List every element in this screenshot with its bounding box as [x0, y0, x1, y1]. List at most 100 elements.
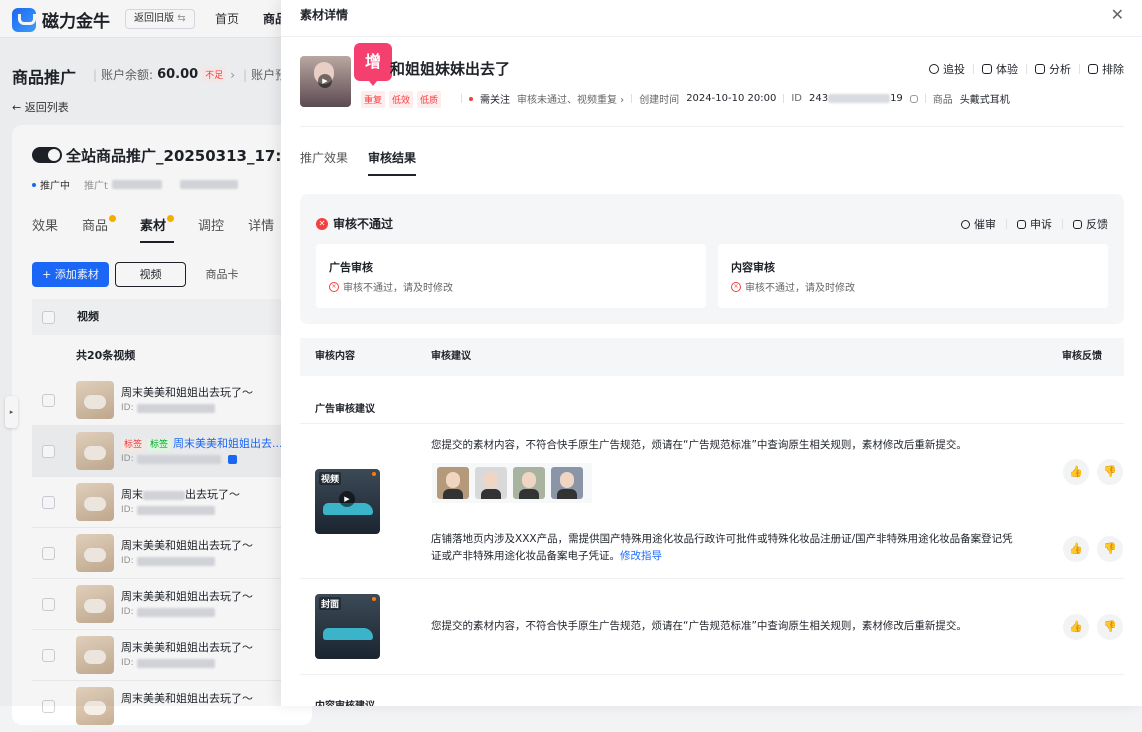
tag-duplicate: 重复 — [361, 91, 386, 108]
overlay-mask[interactable] — [0, 0, 281, 706]
play-icon[interactable]: ▶ — [318, 74, 332, 88]
divider — [1026, 64, 1027, 74]
attention-dot-icon — [469, 96, 473, 101]
analyze-label: 分析 — [1049, 63, 1071, 76]
suggestion-text: 店铺落地页内涉及XXX产品，需提供国产特殊用途化妆品行政许可批件或特殊化妆品注册… — [431, 531, 1021, 565]
tab-review-result[interactable]: 审核结果 — [368, 149, 417, 176]
column-review-content: 审核内容 — [315, 351, 355, 362]
face-thumbnail[interactable] — [437, 467, 469, 499]
id-label: ID — [791, 93, 802, 104]
drawer-title: 素材详情 — [300, 8, 349, 22]
monitor-icon — [1035, 64, 1045, 74]
suggestion-text: 您提交的素材内容，不符合快手原生广告规范，烦请在“广告规范标准”中查询原生相关规… — [431, 620, 967, 632]
divider — [924, 94, 926, 103]
feedback-buttons: 👍 👎 — [1063, 536, 1123, 562]
exclude-button[interactable]: 排除 — [1088, 61, 1124, 77]
face-thumbnail[interactable] — [513, 467, 545, 499]
close-icon[interactable]: ✕ — [1111, 5, 1124, 24]
divider — [300, 423, 1124, 424]
urge-review-button[interactable]: 催审 — [961, 216, 996, 232]
material-title: 和姐姐妹妹出去了 — [390, 60, 511, 78]
feedback-label: 反馈 — [1086, 218, 1108, 231]
analyze-button[interactable]: 分析 — [1035, 61, 1071, 77]
feedback-buttons: 👍 👎 — [1063, 459, 1123, 485]
product-label: 商品 — [932, 95, 953, 106]
cover-media-thumbnail[interactable]: 封面 — [315, 594, 380, 659]
divider — [783, 94, 785, 103]
created-value: 2024-10-10 20:00 — [686, 93, 777, 104]
id-suffix: 19 — [890, 93, 903, 104]
feedback-icon — [1073, 219, 1082, 229]
suggestion-text: 您提交的素材内容，不符合快手原生广告规范，烦请在“广告规范标准”中查询原生相关规… — [431, 439, 967, 451]
appeal-label: 申诉 — [1030, 218, 1052, 231]
thumbs-up-icon[interactable]: 👍 — [1063, 459, 1089, 485]
product-value: 头戴式耳机 — [959, 95, 1010, 106]
preview-button[interactable]: 体验 — [982, 61, 1018, 77]
video-media-thumbnail[interactable]: 视频 ▶ — [315, 469, 380, 534]
review-status-text: 审核不通过 — [333, 217, 394, 231]
material-meta: 需关注 审核未通过、视频重复 › 创建时间 2024-10-10 20:00 I… — [461, 91, 1010, 106]
content-suggestion-section: 内容审核建议 — [315, 697, 375, 706]
content-review-title: 内容审核 — [731, 261, 775, 274]
id-prefix: 243 — [808, 93, 829, 104]
blurred-id — [828, 93, 891, 103]
face-thumbnail[interactable] — [475, 467, 507, 499]
material-tags: 重复 低效 低质 — [361, 91, 442, 108]
review-table-header: 审核内容 审核建议 审核反馈 — [300, 338, 1124, 376]
tab-promotion-effect[interactable]: 推广效果 — [300, 149, 348, 166]
phone-icon — [982, 64, 992, 74]
ad-review-message-text: 审核不通过，请及时修改 — [343, 283, 453, 294]
ad-review-title: 广告审核 — [329, 261, 373, 274]
urge-review-label: 催审 — [974, 218, 996, 231]
error-ring-icon: × — [329, 281, 339, 292]
material-actions: 追投 体验 分析 排除 — [929, 61, 1124, 77]
divider — [1062, 219, 1063, 229]
ad-suggestion-section: 广告审核建议 — [315, 404, 375, 415]
review-status-panel: ✕ 审核不通过 催审 申诉 反馈 广告审核 × 审核不通过，请及时修改 内容审核 … — [300, 194, 1124, 324]
tag-low-efficiency: 低效 — [389, 91, 414, 108]
copy-icon[interactable] — [909, 94, 918, 103]
alarm-icon — [961, 219, 970, 229]
status-dot-icon — [372, 472, 376, 476]
column-review-suggestion: 审核建议 — [431, 351, 471, 362]
attention-detail[interactable]: 审核未通过、视频重复 › — [517, 91, 624, 106]
review-actions: 催审 申诉 反馈 — [961, 216, 1108, 232]
new-badge: 增 — [354, 43, 392, 86]
face-thumbnail[interactable] — [551, 467, 583, 499]
divider — [300, 674, 1124, 675]
divider — [1079, 64, 1080, 74]
divider — [631, 94, 633, 103]
boost-label: 追投 — [943, 63, 965, 76]
attention-label: 需关注 — [480, 95, 510, 106]
thumbs-down-icon[interactable]: 👎 — [1097, 459, 1123, 485]
status-dot-icon — [372, 597, 376, 601]
boost-button[interactable]: 追投 — [929, 61, 965, 77]
divider — [461, 94, 462, 103]
trash-icon — [1088, 64, 1098, 74]
divider — [281, 36, 1142, 37]
feedback-buttons: 👍 👎 — [1063, 614, 1123, 640]
appeal-button[interactable]: 申诉 — [1017, 216, 1052, 232]
boost-icon — [929, 64, 939, 74]
material-cover[interactable]: ▶ — [300, 56, 351, 107]
media-type-label: 封面 — [319, 597, 342, 610]
drawer-tabs: 推广效果 审核结果 — [300, 149, 417, 176]
thumbs-up-icon[interactable]: 👍 — [1063, 614, 1089, 640]
divider — [300, 578, 1124, 579]
divider — [300, 126, 1124, 127]
divider — [973, 64, 974, 74]
reference-faces — [432, 463, 592, 503]
play-icon[interactable]: ▶ — [339, 491, 355, 507]
thumbs-down-icon[interactable]: 👎 — [1097, 536, 1123, 562]
content-review-card: 内容审核 × 审核不通过，请及时修改 — [718, 244, 1108, 308]
suggestion-text-body: 店铺落地页内涉及XXX产品，需提供国产特殊用途化妆品行政许可批件或特殊化妆品注册… — [431, 533, 1013, 562]
id-value: 243 19 — [809, 93, 903, 104]
feedback-button[interactable]: 反馈 — [1073, 216, 1108, 232]
thumbs-down-icon[interactable]: 👎 — [1097, 614, 1123, 640]
ad-review-message: × 审核不通过，请及时修改 — [329, 279, 453, 294]
column-review-feedback: 审核反馈 — [1062, 351, 1102, 362]
modify-guide-link[interactable]: 修改指导 — [620, 550, 662, 562]
edit-icon — [1017, 219, 1026, 229]
thumbs-up-icon[interactable]: 👍 — [1063, 536, 1089, 562]
error-icon: ✕ — [316, 217, 328, 230]
